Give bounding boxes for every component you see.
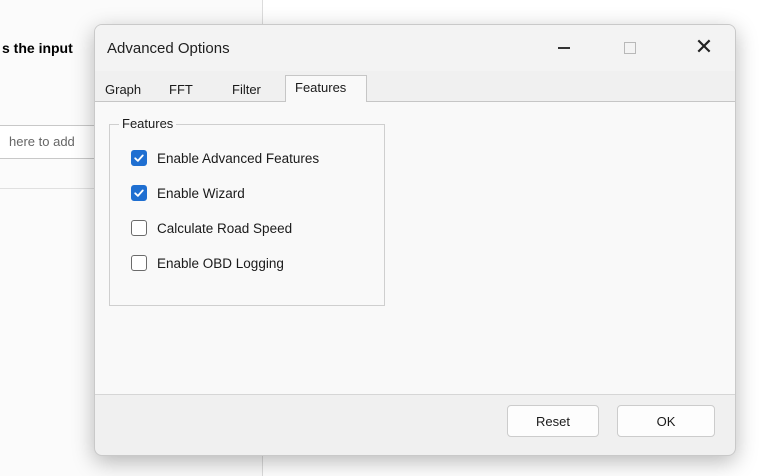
tab-graph[interactable]: Graph [105,78,141,101]
close-button[interactable]: ✕ [681,25,727,71]
tab-fft[interactable]: FFT [169,78,193,101]
dialog-title: Advanced Options [107,40,230,57]
option-enable-wizard[interactable]: Enable Wizard [131,183,245,203]
tab-features-label: Features [295,80,347,95]
label-enable-advanced-features[interactable]: Enable Advanced Features [157,151,319,166]
minimize-icon [558,47,570,49]
background-input[interactable]: here to add [0,125,98,159]
background-heading: s the input [2,40,73,56]
option-calculate-road-speed[interactable]: Calculate Road Speed [131,218,292,238]
label-calculate-road-speed[interactable]: Calculate Road Speed [157,221,292,236]
option-enable-advanced-features[interactable]: Enable Advanced Features [131,148,319,168]
checkbox-enable-advanced-features[interactable] [131,150,147,166]
close-icon: ✕ [694,35,714,60]
label-enable-obd-logging[interactable]: Enable OBD Logging [157,256,284,271]
reset-button[interactable]: Reset [507,405,599,437]
features-tab-panel: Features Enable Advanced Features Enable… [95,101,735,395]
checkmark-icon [134,154,144,162]
background-input-placeholder: here to add [9,134,75,149]
maximize-button[interactable] [607,25,653,71]
ok-button[interactable]: OK [617,405,715,437]
tab-filter[interactable]: Filter [232,78,261,101]
maximize-icon [624,42,636,54]
checkbox-enable-obd-logging[interactable] [131,255,147,271]
dialog-titlebar[interactable]: Advanced Options ✕ [95,25,735,71]
checkmark-icon [134,189,144,197]
minimize-button[interactable] [541,25,587,71]
option-enable-obd-logging[interactable]: Enable OBD Logging [131,253,284,273]
features-groupbox-legend: Features [119,116,177,131]
advanced-options-dialog: Advanced Options ✕ Graph FFT Filter Feat… [94,24,736,456]
tab-strip: Graph FFT Filter Features [95,75,735,102]
tab-features[interactable]: Features [285,75,367,102]
checkbox-enable-wizard[interactable] [131,185,147,201]
label-enable-wizard[interactable]: Enable Wizard [157,186,245,201]
checkbox-calculate-road-speed[interactable] [131,220,147,236]
